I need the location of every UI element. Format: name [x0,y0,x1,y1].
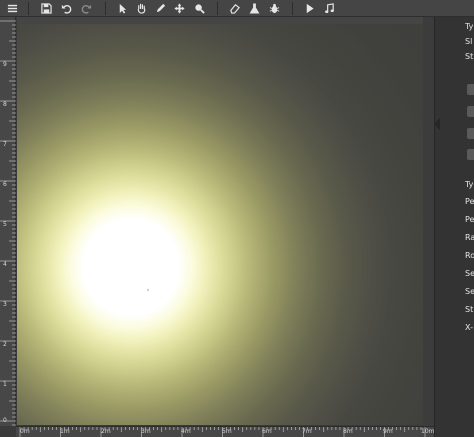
horizontal-ruler-label: 8m [343,428,353,435]
light-source-center[interactable] [147,289,149,291]
panel-label: Ty [465,22,474,31]
save-icon[interactable] [38,1,55,16]
vertical-ruler-label: 1 [3,381,7,388]
property-label: Ty [465,180,474,189]
toolbar-divider [28,2,29,15]
panel-dropdown-button[interactable] [467,149,474,160]
scene-canvas[interactable] [17,24,423,425]
horizontal-ruler-label: 5m [222,428,232,435]
panel-button[interactable] [467,128,474,139]
bug-icon[interactable] [266,1,283,16]
flask-icon[interactable] [246,1,263,16]
horizontal-ruler-label: 9m [383,428,393,435]
pen-icon[interactable] [152,1,169,16]
app-window: 9 8 7 6 5 4 3 2 1 0 0m 1m 2m 3m 4m 5m 6m… [0,0,474,437]
horizontal-ruler-label: 4m [181,428,191,435]
panel-button[interactable] [467,106,474,117]
move-icon[interactable] [171,1,188,16]
horizontal-ruler-label: 1m [60,428,70,435]
music-icon[interactable] [321,1,338,16]
play-icon[interactable] [301,1,318,16]
horizontal-ruler: 0m 1m 2m 3m 4m 5m 6m 7m 8m 9m 10m [16,426,434,437]
horizontal-ruler-label: 10m [421,428,435,435]
eraser-icon[interactable] [226,1,243,16]
property-label: St [465,305,474,314]
property-label: Se [465,269,474,278]
undo-icon[interactable] [58,1,75,16]
panel-collapse-arrow[interactable] [434,118,440,130]
hand-icon[interactable] [133,1,150,16]
panel-label: Sl [465,37,473,46]
vertical-ruler-label: 6 [3,181,7,188]
property-label: Ro [465,251,474,260]
vertical-ruler-label: 8 [3,101,7,108]
property-label: Pe [465,197,474,206]
vertical-ruler-label: 2 [3,341,7,348]
menu-icon[interactable] [4,1,21,16]
horizontal-ruler-label: 0m [20,428,30,435]
properties-panel: Ty Sl St Ty Pe Pe Ra Ro Se Se St X- [434,17,474,437]
zoom-icon[interactable] [191,1,208,16]
toolbar-divider [217,2,218,15]
canvas-right-margin [423,17,434,426]
select-arrow-icon[interactable] [114,1,131,16]
property-label: Ra [465,233,474,242]
property-label: Pe [465,215,474,224]
horizontal-ruler-label: 2m [101,428,111,435]
toolbar-divider [105,2,106,15]
property-label: Se [465,287,474,296]
horizontal-ruler-label: 7m [302,428,312,435]
vertical-ruler: 9 8 7 6 5 4 3 2 1 0 [0,17,16,426]
redo-icon[interactable] [78,1,95,16]
toolbar-divider [292,2,293,15]
vertical-ruler-label: 7 [3,141,7,148]
vertical-ruler-label: 4 [3,261,7,268]
horizontal-ruler-label: 6m [262,428,272,435]
vertical-ruler-label: 3 [3,301,7,308]
vertical-ruler-label: 9 [3,61,7,68]
panel-button[interactable] [467,84,474,95]
vertical-ruler-label: 5 [3,221,7,228]
toolbar [0,0,474,17]
vertical-ruler-label: 0 [3,417,7,424]
panel-label: St [465,52,474,61]
horizontal-ruler-label: 3m [141,428,151,435]
property-label: X- [465,323,473,332]
canvas-top-margin [17,17,423,24]
